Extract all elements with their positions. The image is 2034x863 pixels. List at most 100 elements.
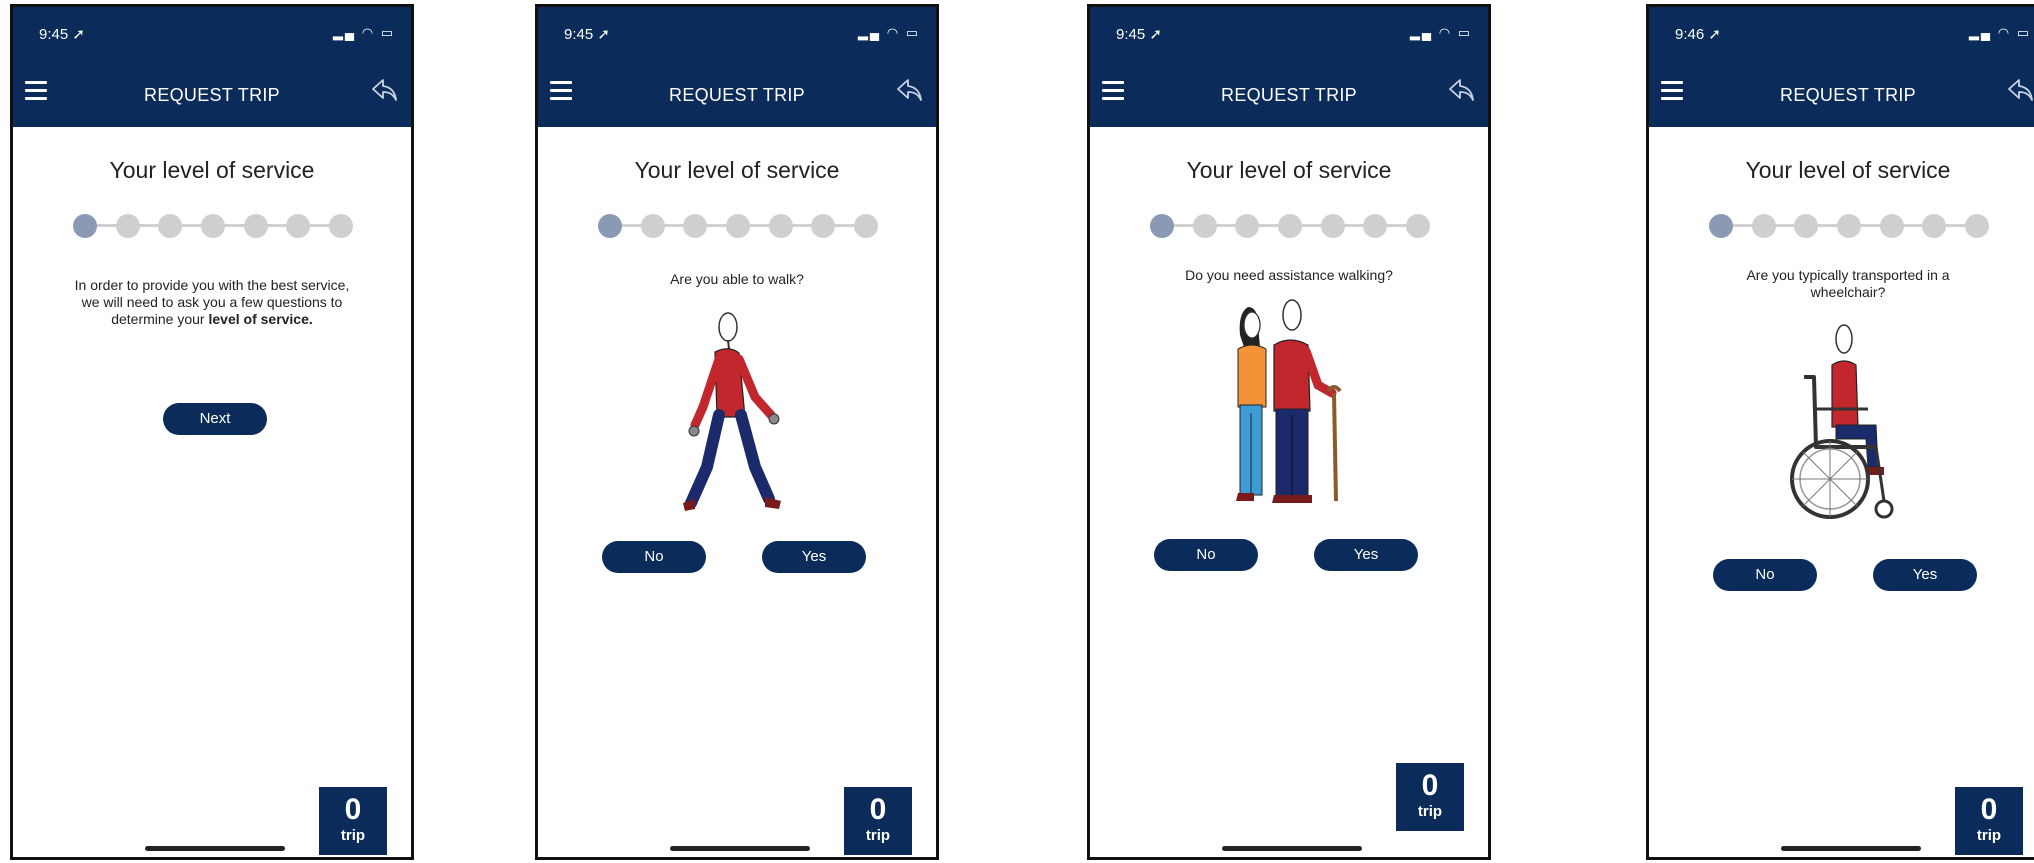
trip-counter-badge[interactable]: 0 trip <box>1396 763 1464 831</box>
yes-button[interactable]: Yes <box>1314 539 1418 571</box>
progress-step-6 <box>811 214 836 238</box>
progress-step-5 <box>768 214 793 238</box>
progress-step-7 <box>854 214 878 238</box>
back-arrow-icon[interactable] <box>1446 75 1476 105</box>
yes-button[interactable]: Yes <box>762 541 866 573</box>
nav-title: REQUEST TRIP <box>1221 85 1357 105</box>
trip-label: trip <box>340 827 366 844</box>
phone-screen-wheelchair: 9:46 ➚ ▂▄ ◠ ▭ REQUEST TRIP Your level of… <box>1646 4 2034 860</box>
yes-button[interactable]: Yes <box>1873 559 1977 591</box>
progress-stepper <box>1150 211 1430 241</box>
progress-step-5 <box>1879 214 1904 238</box>
progress-step-6 <box>1363 214 1388 238</box>
status-bar: 9:46 ➚ ▂▄ ◠ ▭ <box>1649 7 2034 61</box>
nav-title: REQUEST TRIP <box>144 85 280 105</box>
progress-step-7 <box>1406 214 1430 238</box>
trip-label: trip <box>1417 803 1443 820</box>
question-text: Are you able to walk? <box>670 271 804 287</box>
status-time: 9:45 ➚ <box>1116 26 1162 43</box>
location-arrow-icon: ➚ <box>72 26 85 43</box>
progress-step-3 <box>1794 214 1819 238</box>
progress-step-6 <box>1922 214 1947 238</box>
wifi-icon: ◠ <box>1438 25 1453 40</box>
battery-icon: ▭ <box>905 25 920 40</box>
progress-step-1 <box>1150 214 1174 238</box>
nav-bar: REQUEST TRIP <box>13 61 411 127</box>
no-button[interactable]: No <box>1713 559 1817 591</box>
walking-person-illustration <box>683 312 781 511</box>
home-indicator <box>1781 846 1921 851</box>
home-indicator <box>670 846 810 851</box>
back-arrow-icon[interactable] <box>894 75 924 105</box>
nav-bar: REQUEST TRIP <box>1090 61 1488 127</box>
signal-icon: ▂▄ <box>1409 25 1434 40</box>
system-indicators: ▂▄ ◠ ▭ <box>858 25 920 41</box>
battery-icon: ▭ <box>1457 25 1472 40</box>
progress-step-1 <box>1709 214 1733 238</box>
page-heading: Your level of service <box>1745 157 1951 183</box>
back-arrow-icon[interactable] <box>2005 75 2034 105</box>
progress-step-5 <box>243 214 268 238</box>
status-bar: 9:45 ➚ ▂▄ ◠ ▭ <box>13 7 411 61</box>
progress-stepper <box>598 211 878 241</box>
battery-icon: ▭ <box>2016 25 2031 40</box>
progress-step-4 <box>1837 214 1861 238</box>
nav-title: REQUEST TRIP <box>1780 85 1916 105</box>
page-heading: Your level of service <box>109 157 315 183</box>
question-text: Are you typically transported in a wheel… <box>1746 267 1950 300</box>
nav-title: REQUEST TRIP <box>669 85 805 105</box>
progress-stepper <box>73 211 353 241</box>
wifi-icon: ◠ <box>361 25 376 40</box>
status-bar: 9:45 ➚ ▂▄ ◠ ▭ <box>538 7 936 61</box>
location-arrow-icon: ➚ <box>1708 26 1721 43</box>
back-arrow-icon[interactable] <box>369 75 399 105</box>
progress-step-2 <box>115 214 140 238</box>
phone-screen-assistance: 9:45 ➚ ▂▄ ◠ ▭ REQUEST TRIP Your level of… <box>1087 4 1491 860</box>
intro-text-bold: level of service. <box>208 311 313 327</box>
progress-step-3 <box>683 214 708 238</box>
trip-count: 0 <box>344 793 362 826</box>
status-time: 9:45 ➚ <box>39 26 85 43</box>
nav-bar: REQUEST TRIP <box>1649 61 2034 127</box>
progress-step-5 <box>1320 214 1345 238</box>
trip-count: 0 <box>1421 769 1439 802</box>
progress-step-7 <box>1965 214 1989 238</box>
status-time: 9:46 ➚ <box>1675 26 1721 43</box>
page-heading: Your level of service <box>634 157 840 183</box>
progress-step-1 <box>73 214 97 238</box>
system-indicators: ▂▄ ◠ ▭ <box>1410 25 1472 41</box>
next-button[interactable]: Next <box>163 403 267 435</box>
progress-step-4 <box>1278 214 1302 238</box>
status-time: 9:45 ➚ <box>564 26 610 43</box>
wifi-icon: ◠ <box>886 25 901 40</box>
progress-step-4 <box>201 214 225 238</box>
no-button[interactable]: No <box>1154 539 1258 571</box>
progress-step-3 <box>1235 214 1260 238</box>
trip-count: 0 <box>1980 793 1998 826</box>
signal-icon: ▂▄ <box>857 25 882 40</box>
progress-step-1 <box>598 214 622 238</box>
progress-step-2 <box>1192 214 1217 238</box>
question-text: Do you need assistance walking? <box>1185 267 1393 283</box>
progress-step-7 <box>329 214 353 238</box>
signal-icon: ▂▄ <box>1968 25 1993 40</box>
trip-counter-badge[interactable]: 0 trip <box>319 787 387 855</box>
nav-bar: REQUEST TRIP <box>538 61 936 127</box>
trip-counter-badge[interactable]: 0 trip <box>1955 787 2023 855</box>
progress-step-4 <box>726 214 750 238</box>
intro-text: In order to provide you with the best se… <box>69 277 355 328</box>
home-indicator <box>145 846 285 851</box>
progress-step-6 <box>286 214 311 238</box>
wheelchair-person-illustration <box>1790 324 1894 519</box>
no-button[interactable]: No <box>602 541 706 573</box>
assisted-walking-illustration <box>1236 299 1342 503</box>
home-indicator <box>1222 846 1362 851</box>
progress-step-2 <box>640 214 665 238</box>
trip-counter-badge[interactable]: 0 trip <box>844 787 912 855</box>
progress-step-3 <box>158 214 183 238</box>
trip-count: 0 <box>869 793 887 826</box>
system-indicators: ▂▄ ◠ ▭ <box>333 25 395 41</box>
status-bar: 9:45 ➚ ▂▄ ◠ ▭ <box>1090 7 1488 61</box>
progress-stepper <box>1709 211 1989 241</box>
page-heading: Your level of service <box>1186 157 1392 183</box>
